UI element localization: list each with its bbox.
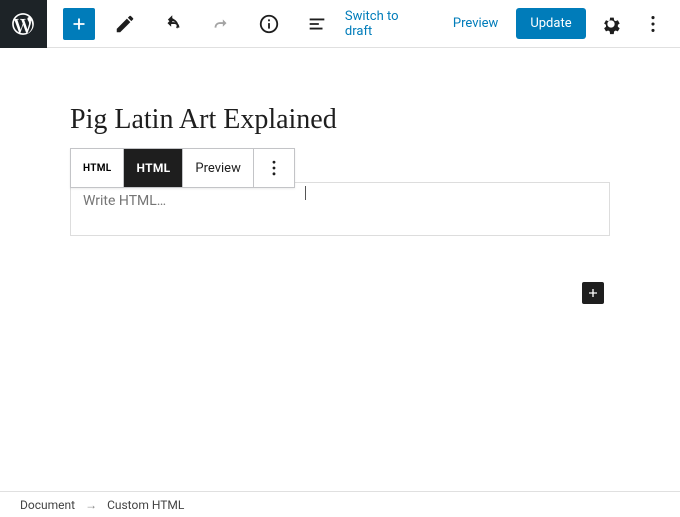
outline-icon[interactable] — [299, 6, 335, 42]
info-icon[interactable] — [251, 6, 287, 42]
html-tab-button[interactable]: HTML — [124, 149, 183, 187]
breadcrumb: Document → Custom HTML — [0, 491, 680, 517]
block-type-indicator[interactable]: HTML — [71, 149, 124, 187]
preview-tab-button[interactable]: Preview — [183, 149, 253, 187]
add-block-button[interactable] — [63, 8, 95, 40]
edit-mode-icon[interactable] — [107, 6, 143, 42]
inline-add-block-button[interactable] — [582, 282, 604, 304]
block-toolbar: HTML HTML Preview — [70, 148, 295, 188]
redo-icon[interactable] — [203, 6, 239, 42]
breadcrumb-root[interactable]: Document — [20, 498, 75, 512]
text-cursor-icon — [305, 186, 306, 200]
undo-icon[interactable] — [155, 6, 191, 42]
editor-top-toolbar: Switch to draft Preview Update — [0, 0, 680, 48]
editor-canvas: Pig Latin Art Explained HTML HTML Previe… — [0, 48, 680, 240]
block-more-options-icon[interactable] — [254, 149, 294, 187]
wordpress-logo-icon[interactable] — [0, 0, 47, 48]
preview-link[interactable]: Preview — [443, 10, 508, 37]
more-options-icon[interactable] — [636, 6, 670, 42]
page-title[interactable]: Pig Latin Art Explained — [70, 104, 610, 136]
tool-group-left — [47, 6, 335, 42]
tool-group-right: Switch to draft Preview Update — [335, 3, 680, 45]
chevron-right-icon: → — [85, 498, 97, 512]
switch-to-draft-link[interactable]: Switch to draft — [335, 3, 435, 45]
settings-icon[interactable] — [594, 6, 628, 42]
update-button[interactable]: Update — [516, 8, 585, 39]
html-input[interactable] — [70, 182, 610, 236]
breadcrumb-current[interactable]: Custom HTML — [107, 498, 184, 512]
